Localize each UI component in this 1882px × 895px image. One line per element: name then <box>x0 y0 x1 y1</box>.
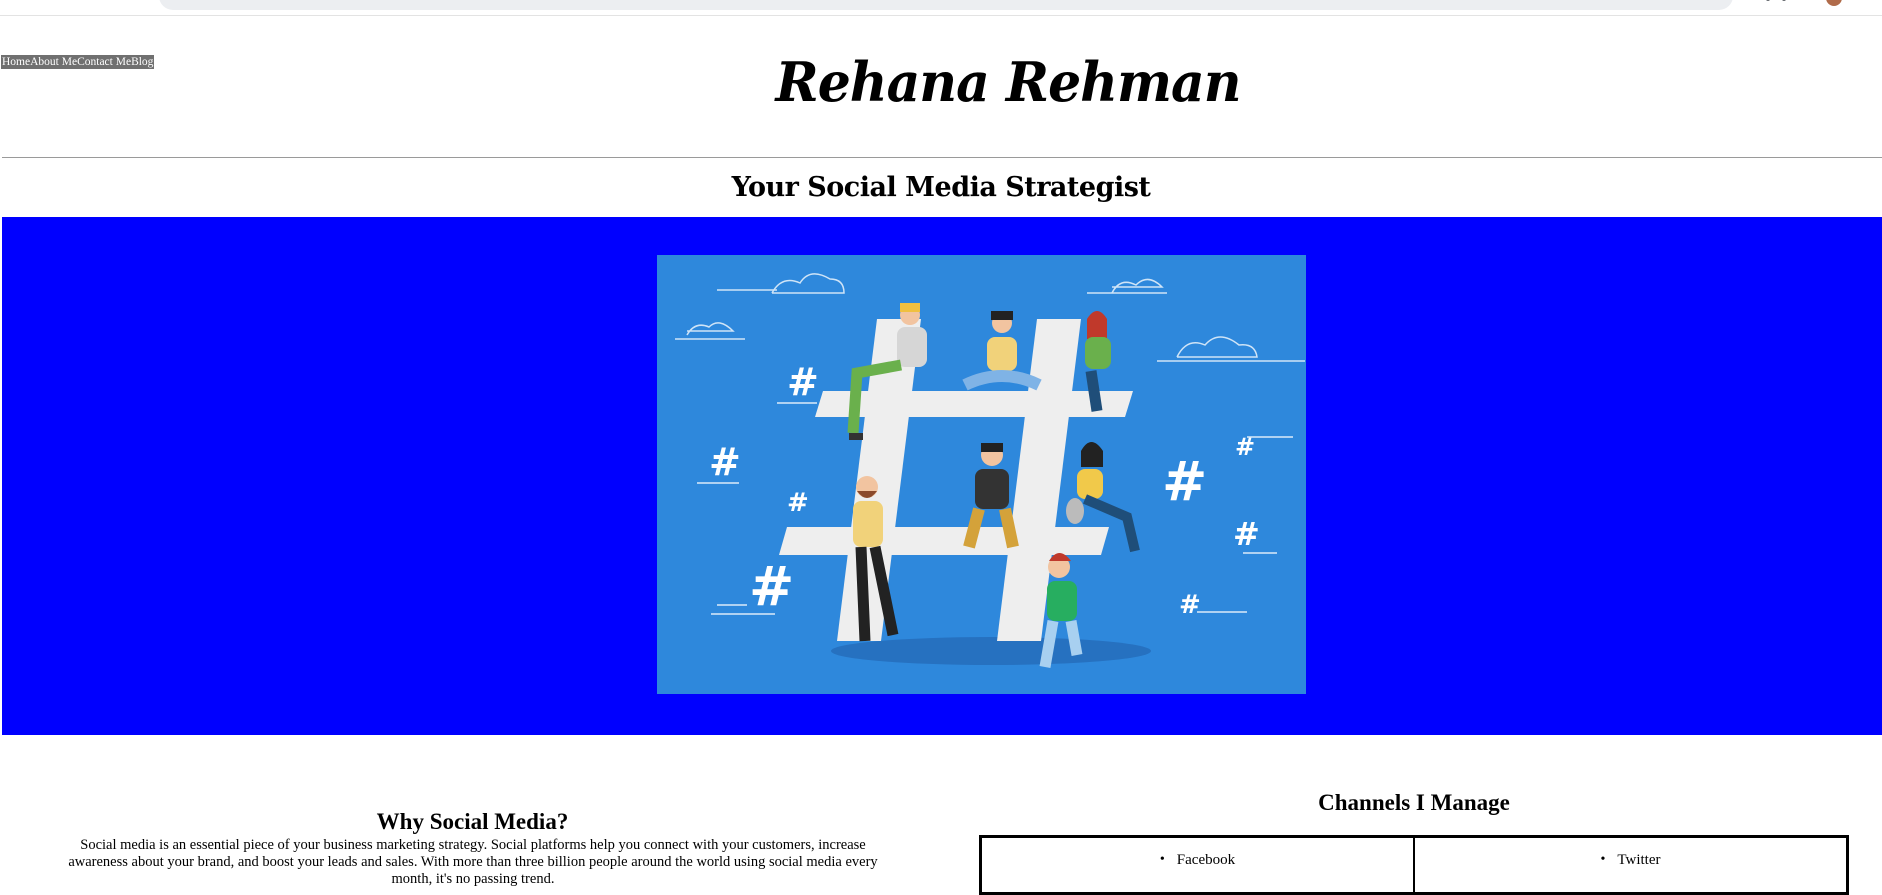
bullet-icon: • <box>1159 852 1165 867</box>
svg-text:#: # <box>787 360 819 404</box>
page-subtitle: Your Social Media Strategist <box>731 172 1151 203</box>
svg-text:#: # <box>709 440 741 484</box>
svg-text:#: # <box>787 488 809 518</box>
channel-label: Twitter <box>1617 852 1661 868</box>
hashtag-people-illustration: # # # # # # # # <box>657 255 1306 694</box>
channels-table: • Facebook • Twitter <box>979 835 1849 895</box>
svg-text:#: # <box>1179 590 1201 620</box>
channel-label: Facebook <box>1176 852 1236 868</box>
hashtag-illustration-svg: # # # # # # # # <box>675 273 1305 668</box>
channel-cell-twitter: • Twitter <box>1414 837 1847 893</box>
svg-text:#: # <box>1233 515 1260 553</box>
why-social-media-text: Social media is an essential piece of yo… <box>68 837 878 887</box>
toolbar-icons <box>1766 0 1806 3</box>
ground-shadow <box>831 637 1151 665</box>
channels-heading: Channels I Manage <box>1318 790 1510 815</box>
why-social-media-heading: Why Social Media? <box>376 809 569 835</box>
svg-text:#: # <box>749 555 794 618</box>
channel-cell-facebook: • Facebook <box>981 837 1414 893</box>
hero-banner: # # # # # # # # <box>2 217 1882 735</box>
site-brand: Rehana Rehman <box>0 50 1882 115</box>
svg-text:#: # <box>1162 450 1207 513</box>
profile-avatar[interactable] <box>1826 0 1842 6</box>
header-divider <box>2 157 1882 158</box>
address-bar[interactable] <box>159 0 1733 10</box>
brand-name: Rehana Rehman <box>775 50 1241 115</box>
bullet-icon: • <box>1600 852 1606 867</box>
browser-top-strip <box>0 0 1882 16</box>
person-top-center <box>962 311 1042 391</box>
